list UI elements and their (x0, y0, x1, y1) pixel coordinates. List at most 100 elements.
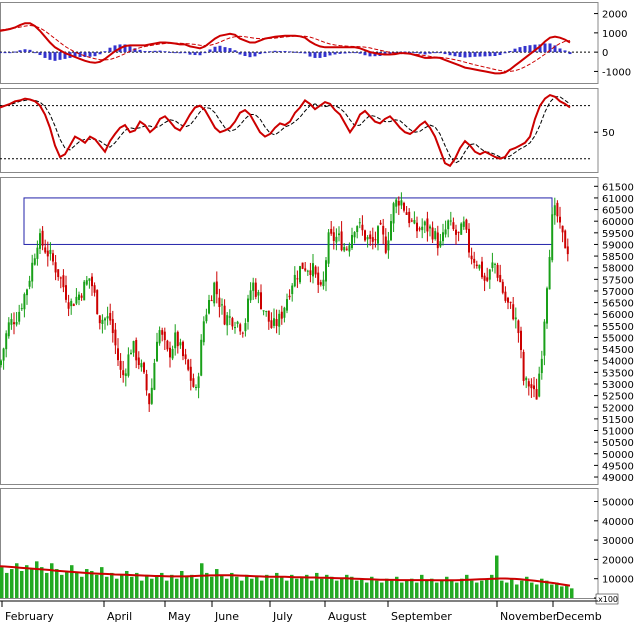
volume-bar (10, 569, 14, 598)
volume-bar (170, 574, 174, 598)
candle-body (88, 278, 91, 281)
macd-histogram-bar (88, 52, 92, 57)
volume-bar (295, 578, 299, 598)
volume-bar (90, 570, 94, 598)
candle-body (418, 228, 421, 230)
candle-body (98, 315, 101, 324)
y-tick-label: 50000 (602, 498, 634, 509)
y-tick-label: 55500 (602, 322, 634, 333)
candle-body (434, 231, 437, 239)
macd-histogram-bar (268, 51, 272, 53)
macd-histogram-bar (558, 48, 562, 53)
candle-body (543, 321, 546, 356)
candle-body (382, 225, 385, 235)
candle-body (475, 264, 478, 266)
volume-bar (145, 574, 149, 598)
macd-histogram-bar (223, 47, 227, 53)
candle-body (270, 320, 273, 328)
volume-bar (190, 574, 194, 598)
macd-histogram-bar (58, 52, 62, 60)
macd-histogram-bar (158, 50, 162, 53)
candle-body (236, 321, 239, 324)
macd-histogram-bar (263, 52, 267, 54)
candle-body (553, 205, 556, 216)
candle-body (241, 332, 244, 334)
candle-body (468, 228, 470, 253)
macd-histogram-bar (448, 52, 452, 56)
candle-body (340, 231, 343, 251)
macd-histogram-bar (183, 52, 187, 54)
candle-body (353, 232, 356, 238)
candle-body (182, 341, 184, 357)
candle-body (247, 298, 249, 322)
volume-unit-label: x100 (598, 595, 618, 604)
macd-histogram-bar (313, 52, 317, 58)
macd-histogram-bar (198, 52, 202, 56)
macd-histogram-bar (488, 52, 492, 57)
candle-body (106, 316, 109, 319)
candle-body (561, 225, 564, 233)
y-tick-label: 49500 (602, 461, 634, 472)
volume-bar (135, 572, 139, 598)
candle-body (132, 341, 135, 353)
macd-histogram-bar (33, 52, 37, 54)
candle-body (7, 322, 10, 337)
x-tick-label: Decemb (556, 610, 602, 623)
x-tick-label: February (5, 610, 54, 623)
candle-body (304, 268, 307, 271)
candle-body (429, 226, 431, 229)
candle-body (127, 354, 130, 376)
candle-body (465, 219, 468, 230)
x-tick-label: May (168, 610, 191, 623)
volume-bar (195, 578, 199, 598)
candle-body (299, 266, 301, 283)
y-tick-label: 49000 (602, 473, 634, 484)
volume-bar (265, 574, 269, 598)
macd-histogram-bar (78, 52, 82, 57)
macd-histogram-bar (333, 52, 337, 55)
candle-body (91, 276, 93, 287)
candle-body (275, 319, 278, 327)
candle-body (460, 223, 463, 235)
macd-histogram-bar (0, 52, 2, 54)
candle-body (226, 315, 229, 326)
candle-body (504, 291, 507, 301)
y-tick-label: 59500 (602, 229, 634, 240)
y-tick-label: 50 (602, 128, 615, 139)
macd-histogram-bar (418, 52, 422, 54)
candle-body (65, 285, 67, 300)
candle-body (499, 274, 502, 283)
candle-body (413, 220, 416, 224)
y-tick-label: 51500 (602, 415, 634, 426)
candle-body (343, 246, 346, 251)
volume-bar (335, 580, 339, 598)
macd-histogram-bar (233, 50, 237, 53)
candle-body (356, 226, 359, 233)
volume-bar (425, 580, 429, 598)
macd-histogram-bar (18, 50, 22, 53)
candle-body (202, 321, 205, 343)
candle-body (93, 285, 96, 293)
candle-body (455, 229, 457, 235)
candle-body (397, 200, 400, 206)
candle-body (254, 282, 257, 297)
macd-histogram-bar (208, 49, 212, 53)
candle-body (559, 216, 561, 223)
candle-body (306, 270, 309, 272)
volume-bar (180, 570, 184, 598)
osc-frame (0, 88, 599, 173)
candle-body (522, 351, 525, 381)
candle-body (137, 357, 140, 366)
volume-bar (565, 584, 569, 598)
candle-body (26, 289, 28, 296)
y-tick-label: 55000 (602, 333, 634, 344)
candle-body (517, 320, 520, 334)
candle-body (257, 291, 260, 296)
volume-bar (65, 570, 69, 598)
candle-body (231, 318, 234, 327)
volume-bar (285, 580, 289, 598)
volume-bar (560, 586, 564, 598)
candle-body (166, 340, 169, 350)
volume-bar (50, 563, 54, 598)
candle-body (447, 220, 450, 230)
